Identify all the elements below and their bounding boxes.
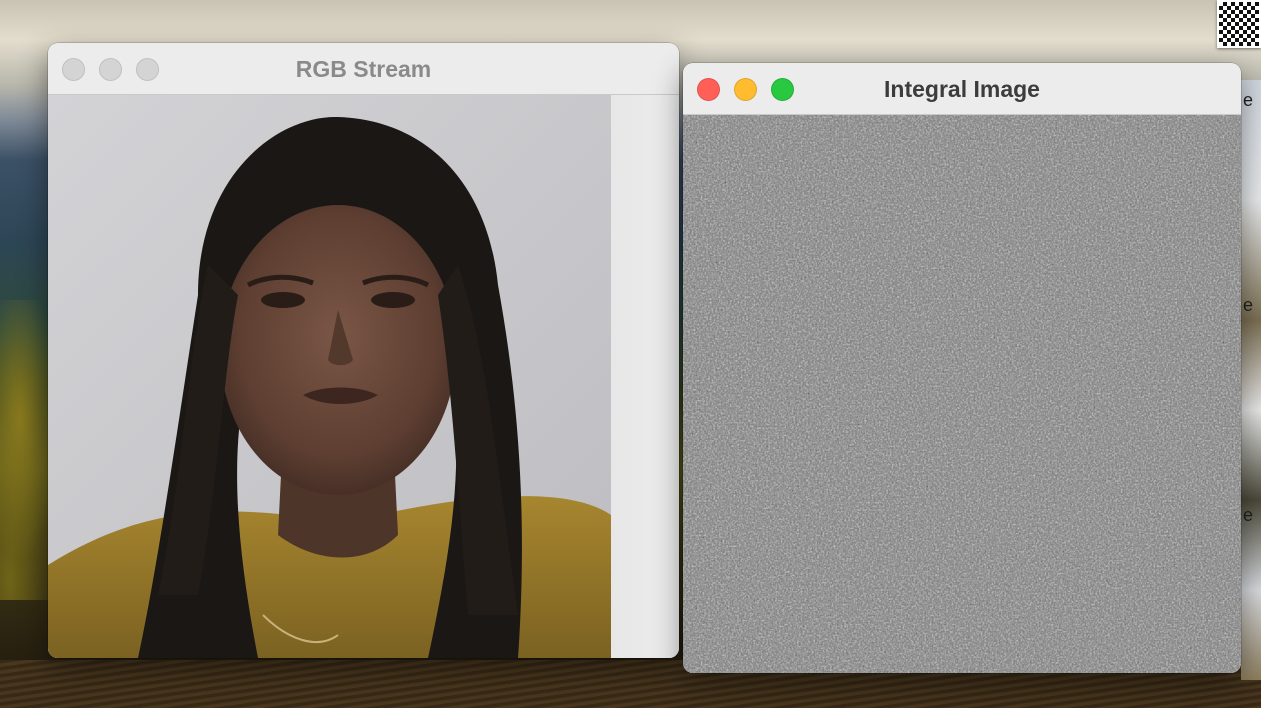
- rgb-stream-titlebar[interactable]: RGB Stream: [48, 43, 679, 95]
- window-title: RGB Stream: [295, 56, 432, 82]
- camera-frame: [48, 95, 611, 658]
- rgb-stream-window[interactable]: RGB Stream: [48, 43, 679, 658]
- rgb-stream-content: [48, 95, 679, 658]
- integral-image-titlebar[interactable]: Integral Image: [683, 63, 1241, 115]
- integral-image-noise: [683, 115, 1241, 673]
- background-window-edge: e e e: [1241, 80, 1261, 680]
- edge-letter: e: [1243, 505, 1254, 525]
- integral-image-content: [683, 115, 1241, 673]
- checkerboard-icon[interactable]: [1217, 0, 1261, 48]
- rgb-stream-padding: [611, 95, 679, 658]
- edge-letter: e: [1243, 90, 1254, 110]
- edge-letter: e: [1243, 295, 1254, 315]
- window-title: Integral Image: [884, 76, 1040, 102]
- camera-frame-image: [48, 95, 611, 658]
- integral-image-window[interactable]: Integral Image: [683, 63, 1241, 673]
